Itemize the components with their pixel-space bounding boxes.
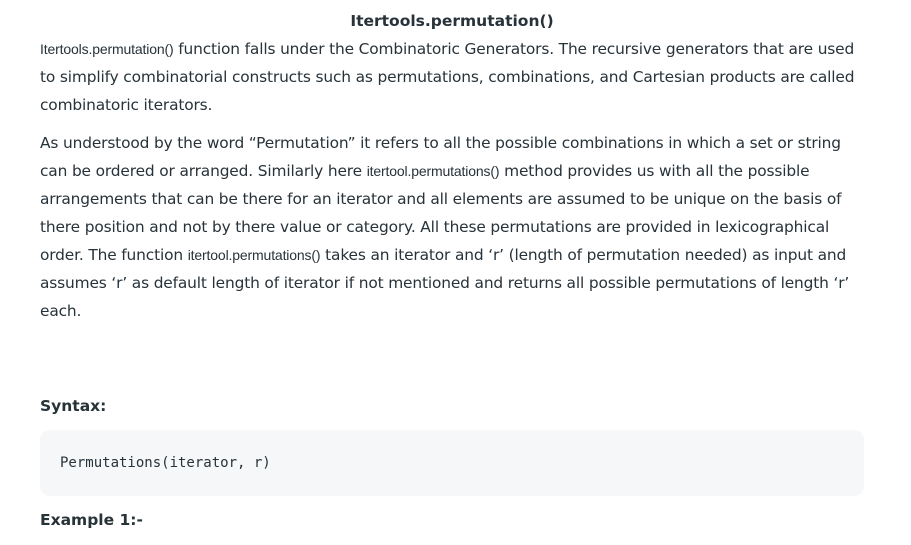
intro-paragraph: Itertools.permutation() function falls u…: [40, 35, 864, 119]
syntax-code-block[interactable]: Permutations(iterator, r): [40, 430, 864, 496]
article: Itertools.permutation() Itertools.permut…: [40, 8, 864, 532]
inline-code-permutation: Itertools.permutation(): [40, 41, 174, 57]
example-heading: Example 1:-: [40, 511, 143, 529]
inline-code-permutations-a: itertool.permutations(): [366, 163, 500, 179]
syntax-code: Permutations(iterator, r): [60, 455, 271, 471]
syntax-heading: Syntax:: [40, 397, 107, 415]
description-paragraph: As understood by the word “Permutation” …: [40, 129, 864, 325]
inline-code-permutations-b: itertool.permutations(): [187, 247, 321, 263]
article-title: Itertools.permutation(): [350, 12, 554, 30]
